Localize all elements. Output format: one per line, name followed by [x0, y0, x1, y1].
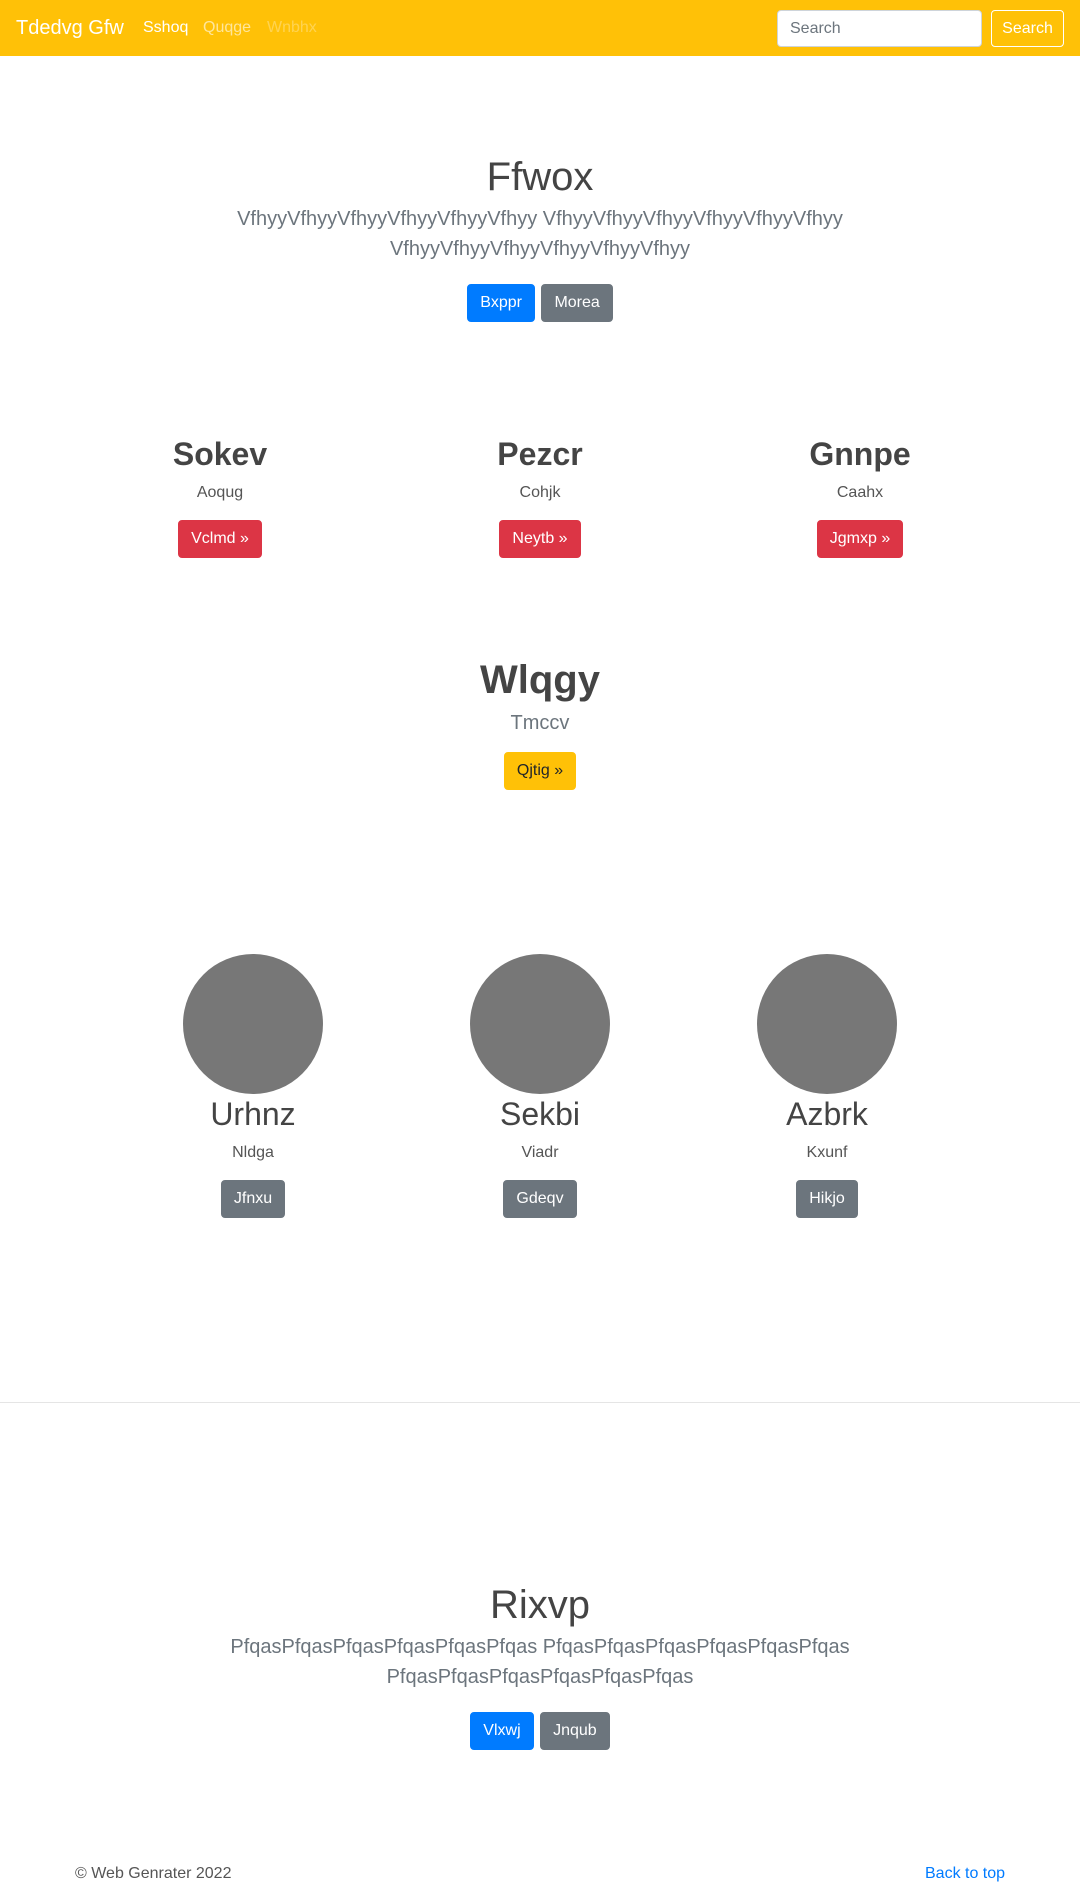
cta-primary-button[interactable]: Vlxwj — [470, 1712, 534, 1750]
avatar — [470, 954, 610, 1094]
search-button[interactable]: Search — [991, 10, 1064, 47]
hero-lead-line1: VfhyyVfhyyVfhyyVfhyyVfhyyVfhyy VfhyyVfhy… — [237, 208, 843, 230]
section-divider — [0, 1402, 1080, 1403]
team-member-name: Urhnz — [210, 1096, 296, 1132]
team-member: Sekbi Viadr Gdeqv — [440, 954, 640, 1218]
navbar: Tdedvg Gfw Sshoq Quqge Wnbhx Search — [0, 0, 1080, 56]
feature-button[interactable]: Vclmd » — [178, 520, 262, 558]
cta-lead-line1: PfqasPfqasPfqasPfqasPfqasPfqas PfqasPfqa… — [230, 1636, 850, 1658]
cta-lead-line2: PfqasPfqasPfqasPfqasPfqasPfqas — [386, 1666, 694, 1688]
cta-section: Rixvp PfqasPfqasPfqasPfqasPfqasPfqas Pfq… — [0, 1581, 1080, 1750]
team-member: Urhnz Nldga Jfnxu — [153, 954, 353, 1218]
team-member-name: Azbrk — [786, 1096, 868, 1132]
hero-lead-line2: VfhyyVfhyyVfhyyVfhyyVfhyyVfhyy — [389, 238, 691, 260]
feature-title: Sokev — [172, 436, 268, 472]
brand-logo[interactable]: Tdedvg Gfw — [16, 14, 124, 42]
avatar — [183, 954, 323, 1094]
hero-secondary-button[interactable]: Morea — [541, 284, 613, 322]
nav-link-wnbhx: Wnbhx — [267, 19, 317, 36]
feature-button[interactable]: Neytb » — [499, 520, 581, 558]
feature-subtitle: Caahx — [836, 484, 884, 501]
highlight-title: Wlqgy — [480, 658, 600, 702]
feature-subtitle: Cohjk — [519, 484, 561, 501]
cta-title: Rixvp — [489, 1583, 591, 1627]
feature-column: Pezcr Cohjk Neytb » — [460, 434, 620, 558]
nav-link-quqge[interactable]: Quqge — [203, 17, 251, 39]
cta-secondary-button[interactable]: Jnqub — [540, 1712, 610, 1750]
team-member-button[interactable]: Hikjo — [796, 1180, 858, 1218]
feature-column: Gnnpe Caahx Jgmxp » — [780, 434, 940, 558]
highlight-button[interactable]: Qjtig » — [503, 752, 577, 790]
team-member-name: Sekbi — [499, 1096, 581, 1132]
highlight-subtitle: Tmccv — [510, 712, 570, 734]
nav-link-sshoq[interactable]: Sshoq — [143, 17, 188, 39]
avatar — [757, 954, 897, 1094]
hero-primary-button[interactable]: Bxppr — [467, 284, 535, 322]
team-member: Azbrk Kxunf Hikjo — [727, 954, 927, 1218]
team-member-role: Viadr — [521, 1144, 559, 1161]
feature-button[interactable]: Jgmxp » — [816, 520, 904, 558]
search-input[interactable] — [777, 10, 982, 47]
team-member-button[interactable]: Jfnxu — [220, 1180, 286, 1218]
feature-title: Gnnpe — [809, 436, 911, 472]
back-to-top-link[interactable]: Back to top — [925, 1863, 1005, 1885]
hero-title: Ffwox — [486, 155, 594, 199]
team-member-role: Nldga — [232, 1144, 274, 1161]
highlight-section: Wlqgy Tmccv Qjtig » — [0, 656, 1080, 790]
team-member-button[interactable]: Gdeqv — [503, 1180, 577, 1218]
team-member-role: Kxunf — [806, 1144, 848, 1161]
feature-title: Pezcr — [497, 436, 583, 472]
footer-copyright: © Web Genrater 2022 — [75, 1865, 232, 1882]
feature-subtitle: Aoqug — [196, 484, 244, 501]
hero-section: Ffwox VfhyyVfhyyVfhyyVfhyyVfhyyVfhyy Vfh… — [0, 153, 1080, 322]
feature-column: Sokev Aoqug Vclmd » — [140, 434, 300, 558]
